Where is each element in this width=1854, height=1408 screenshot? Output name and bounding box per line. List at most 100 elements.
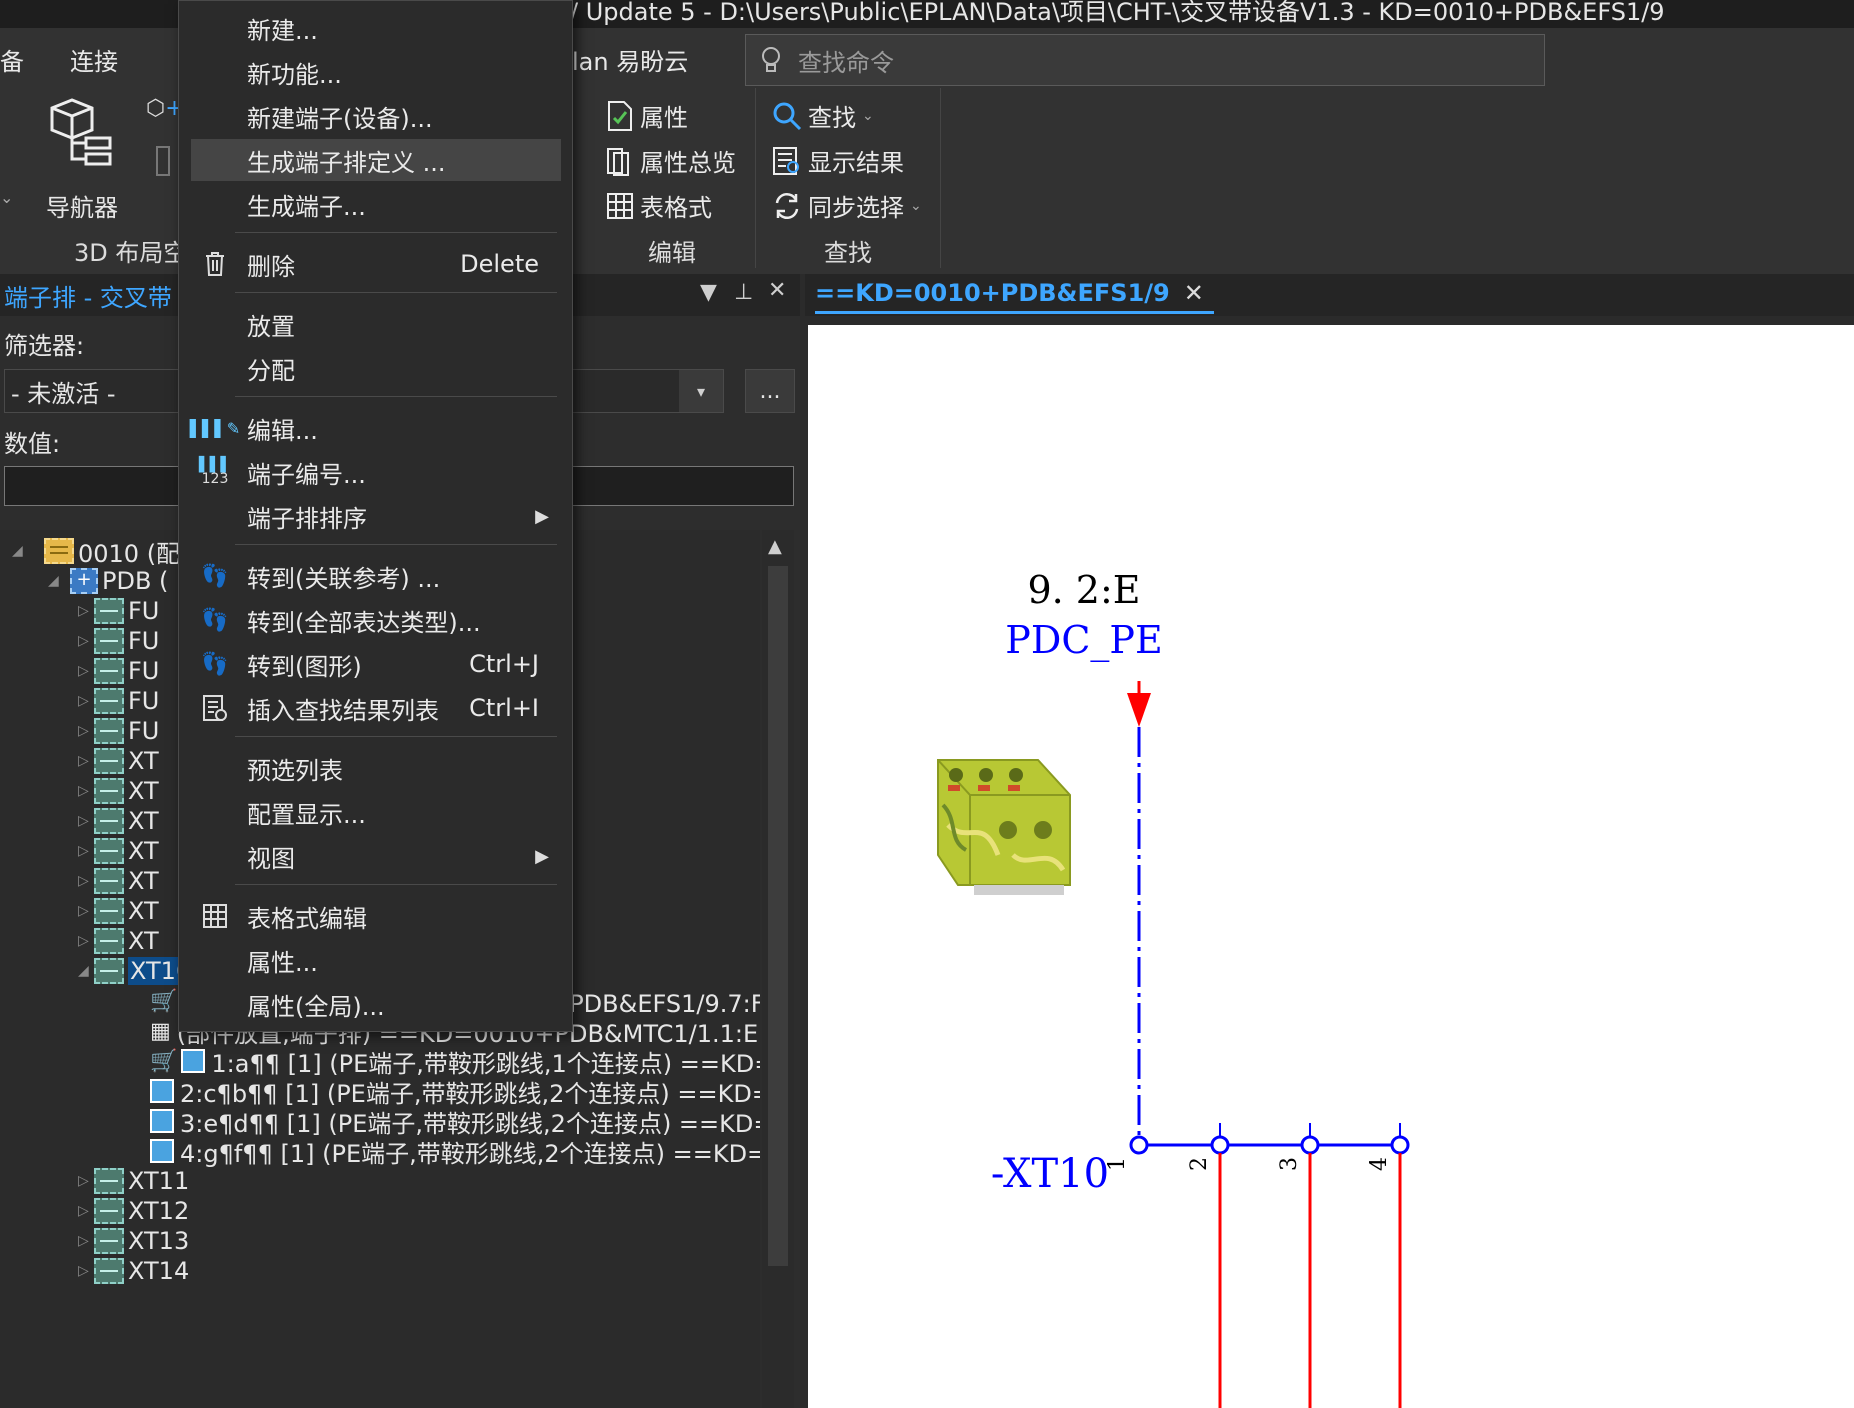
tab-document[interactable]: ==KD=0010+PDB&EFS1/9 ✕ xyxy=(815,274,1214,314)
tree-item-label: XT xyxy=(128,927,159,955)
tree-item-selected[interactable]: ◢ XT10 xyxy=(78,954,194,988)
sync-selection-button[interactable]: 同步选择 ⌄ xyxy=(772,188,922,223)
terminal-point-1[interactable] xyxy=(1129,1135,1149,1155)
tree-item[interactable]: ▷ XT11 xyxy=(78,1164,189,1198)
expand-icon[interactable]: ▷ xyxy=(78,873,94,889)
collapse-icon[interactable]: ◢ xyxy=(12,543,28,559)
menu-item-goto-graphic[interactable]: 👣 转到(图形) Ctrl+J xyxy=(191,643,561,685)
expand-icon[interactable]: ▷ xyxy=(78,753,94,769)
filter-more-button[interactable]: ... xyxy=(745,369,795,413)
expand-icon[interactable]: ▷ xyxy=(78,903,94,919)
expand-icon[interactable]: ▷ xyxy=(78,933,94,949)
tree-item[interactable]: ▷ XT xyxy=(78,804,159,838)
pin-icon[interactable]: ⊥ xyxy=(734,280,753,305)
expand-icon[interactable]: ▷ xyxy=(78,783,94,799)
tree-item-label: XT xyxy=(128,807,159,835)
tree-item-label: FU xyxy=(128,687,160,715)
tree-child[interactable]: 4:g¶f¶¶ [1] (PE端子,带鞍形跳线,2个连接点) ==KD=0( xyxy=(150,1134,760,1168)
menu-item-label: 新建端子(设备)... xyxy=(247,104,433,133)
tree-item[interactable]: ▷ XT xyxy=(78,924,159,958)
menu-item-goto-associated[interactable]: 👣 转到(关联参考) ... xyxy=(191,555,561,597)
expand-icon[interactable]: ▷ xyxy=(78,633,94,649)
command-search[interactable]: 查找命令 xyxy=(745,34,1545,86)
tree-item[interactable]: ▷ FU xyxy=(78,714,159,748)
terminal-block-image[interactable] xyxy=(937,759,1071,895)
tree-item[interactable]: ▷ FU xyxy=(78,654,159,688)
menu-item-assign[interactable]: 分配 xyxy=(191,347,561,389)
tree-scrollbar[interactable]: ▲ xyxy=(762,530,794,1408)
tree-item[interactable]: ▷ XT xyxy=(78,744,159,778)
menu-item-table-edit[interactable]: 表格式编辑 xyxy=(191,895,561,937)
expand-icon[interactable]: ▷ xyxy=(78,813,94,829)
terminal-point-2[interactable] xyxy=(1210,1135,1230,1155)
tree-item[interactable]: ▷ XT13 xyxy=(78,1224,189,1258)
expand-icon[interactable]: ▷ xyxy=(78,693,94,709)
properties-overview-button[interactable]: 属性总览 xyxy=(606,143,736,178)
close-tab-icon[interactable]: ✕ xyxy=(1184,279,1204,307)
menu-item-label: 配置显示... xyxy=(247,800,366,829)
tree-item[interactable]: ▷ XT14 xyxy=(78,1254,189,1288)
collapse-icon[interactable]: ◢ xyxy=(78,963,94,979)
menu-item-configure-display[interactable]: 配置显示... xyxy=(191,791,561,833)
tree-item-label: FU xyxy=(128,597,160,625)
tab-connection[interactable]: 连接 xyxy=(70,42,118,77)
terminal-point-4[interactable] xyxy=(1390,1135,1410,1155)
menu-item-new-function[interactable]: 新功能... xyxy=(191,51,561,93)
menu-item-delete[interactable]: 删除 Delete xyxy=(191,243,561,285)
find-dropdown-icon[interactable]: ⌄ xyxy=(862,108,874,124)
menu-item-goto-all-representations[interactable]: 👣 转到(全部表达类型)... xyxy=(191,599,561,641)
scroll-up-icon[interactable]: ▲ xyxy=(768,536,782,557)
tab-eplan-cloud[interactable]: lan 易盼云 xyxy=(572,42,688,77)
tree-item[interactable]: ▷ XT12 xyxy=(78,1194,189,1228)
menu-item-new[interactable]: 新建... xyxy=(191,7,561,49)
schematic-canvas[interactable]: 9. 2:E PDC_PE -XT10 1 2 3 4 xyxy=(808,325,1854,1408)
small-panel-icon xyxy=(156,146,170,176)
expand-icon[interactable]: ▷ xyxy=(78,663,94,679)
menu-item-insert-search-results[interactable]: 插入查找结果列表 Ctrl+I xyxy=(191,687,561,729)
menu-item-view[interactable]: 视图 ▶ xyxy=(191,835,561,877)
tree-item[interactable]: ▷ XT xyxy=(78,894,159,928)
menu-item-generate-terminals[interactable]: 生成端子... xyxy=(191,183,561,225)
tree-location[interactable]: ◢ + PDB ( xyxy=(48,564,168,598)
panel-menu-icon[interactable]: ▼ xyxy=(700,280,717,305)
tree-root[interactable]: ◢ 0010 (配 xyxy=(12,534,180,568)
close-icon[interactable]: ✕ xyxy=(768,278,786,303)
properties-button[interactable]: 属性 xyxy=(606,98,688,133)
expand-icon[interactable]: ▷ xyxy=(78,1203,94,1219)
menu-item-place[interactable]: 放置 xyxy=(191,303,561,345)
filter-dropdown-icon[interactable]: ▾ xyxy=(679,370,723,412)
expand-icon[interactable]: ▷ xyxy=(78,723,94,739)
tree-item[interactable]: ▷ FU xyxy=(78,594,159,628)
menu-item-preselection-list[interactable]: 预选列表 xyxy=(191,747,561,789)
menu-item-label: 分配 xyxy=(247,356,295,385)
sync-dropdown-icon[interactable]: ⌄ xyxy=(910,198,922,214)
tree-item[interactable]: ▷ FU xyxy=(78,624,159,658)
navigator-button[interactable]: 导航器 xyxy=(40,98,130,228)
expand-icon[interactable]: ▷ xyxy=(78,1173,94,1189)
tab-equipment[interactable]: 备 xyxy=(0,42,24,77)
terminal-point-3[interactable] xyxy=(1300,1135,1320,1155)
table-format-button[interactable]: 表格式 xyxy=(606,188,712,223)
tree-item[interactable]: ▷ FU xyxy=(78,684,159,718)
expand-icon[interactable]: ▷ xyxy=(78,1233,94,1249)
menu-item-new-terminal-device[interactable]: 新建端子(设备)... xyxy=(191,95,561,137)
tree-item[interactable]: ▷ XT xyxy=(78,774,159,808)
menu-item-terminal-numbering[interactable]: ▌▌▌ 123 端子编号... xyxy=(191,451,561,493)
menu-item-edit[interactable]: ▌▌▌✎ 编辑... xyxy=(190,407,561,449)
show-results-button[interactable]: 显示结果 xyxy=(772,143,904,178)
expand-icon[interactable]: ▷ xyxy=(78,1263,94,1279)
menu-item-label: 编辑... xyxy=(247,416,318,445)
chevron-down-icon[interactable]: ⌄ xyxy=(0,188,13,207)
menu-item-properties[interactable]: 属性... xyxy=(191,939,561,981)
tree-item[interactable]: ▷ XT xyxy=(78,834,159,868)
menu-item-sort-strip[interactable]: 端子排排序 ▶ xyxy=(191,495,561,537)
scroll-thumb[interactable] xyxy=(768,566,788,1266)
expand-icon[interactable]: ▷ xyxy=(78,843,94,859)
collapse-icon[interactable]: ◢ xyxy=(48,573,64,589)
menu-item-properties-global[interactable]: 属性(全局)... xyxy=(191,983,561,1025)
tree-item[interactable]: ▷ XT xyxy=(78,864,159,898)
menu-item-label: 新建... xyxy=(247,16,318,45)
expand-icon[interactable]: ▷ xyxy=(78,603,94,619)
find-button[interactable]: 查找 ⌄ xyxy=(772,98,874,133)
menu-item-generate-strip-definition[interactable]: 生成端子排定义 ... xyxy=(191,139,561,181)
